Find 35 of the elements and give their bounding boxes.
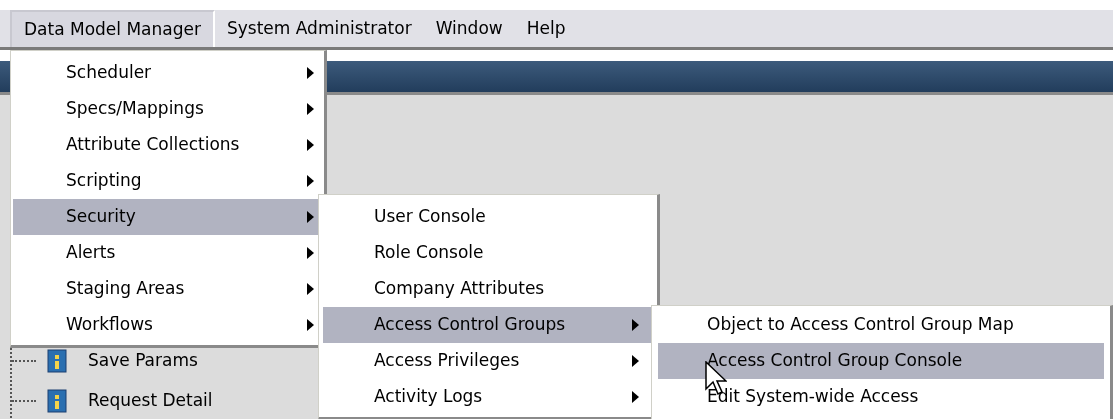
submenu-arrow-icon: [632, 355, 639, 367]
submenu-arrow-icon: [632, 319, 639, 331]
submenu-arrow-icon: [307, 283, 314, 295]
menu-item[interactable]: User Console: [323, 199, 653, 235]
menu-item[interactable]: Access Privileges: [323, 343, 653, 379]
submenu-arrow-icon: [307, 319, 314, 331]
submenu-arrow-icon: [632, 391, 639, 403]
submenu-arrow-icon: [307, 247, 314, 259]
menu-item[interactable]: Access Control Groups: [323, 307, 653, 343]
tree-item-label[interactable]: Request Detail: [88, 388, 213, 414]
menu-item[interactable]: Role Console: [323, 235, 653, 271]
submenu-arrow-icon: [307, 175, 314, 187]
submenu-arrow-icon: [307, 139, 314, 151]
tree-item-label[interactable]: Save Params: [88, 348, 198, 374]
document-icon: [46, 389, 68, 413]
menu-bar-item[interactable]: System Administrator: [214, 10, 424, 47]
submenu-arrow-icon: [307, 103, 314, 115]
menu-item[interactable]: Activity Logs: [323, 379, 653, 415]
menu-item[interactable]: Company Attributes: [323, 271, 653, 307]
menu-item[interactable]: Scheduler: [13, 55, 322, 91]
menu-item[interactable]: Edit System-wide Access: [658, 379, 1104, 415]
menu-item[interactable]: Staging Areas: [13, 271, 322, 307]
submenu-arrow-icon: [307, 67, 314, 79]
document-icon: [46, 349, 68, 373]
submenu-arrow-icon: [307, 211, 314, 223]
menu-item[interactable]: Alerts: [13, 235, 322, 271]
menu-item[interactable]: Object to Access Control Group Map: [658, 307, 1104, 343]
menu-item[interactable]: Workflows: [13, 307, 322, 343]
menu-item[interactable]: Access Control Group Console: [658, 343, 1104, 379]
menu-bar-item[interactable]: Help: [514, 10, 578, 47]
menu-item[interactable]: Specs/Mappings: [13, 91, 322, 127]
menu-item[interactable]: Attribute Collections: [13, 127, 322, 163]
menu-item[interactable]: Scripting: [13, 163, 322, 199]
menu-bar-item[interactable]: Data Model Manager: [10, 10, 215, 47]
menu-bar-item[interactable]: Window: [423, 10, 515, 47]
